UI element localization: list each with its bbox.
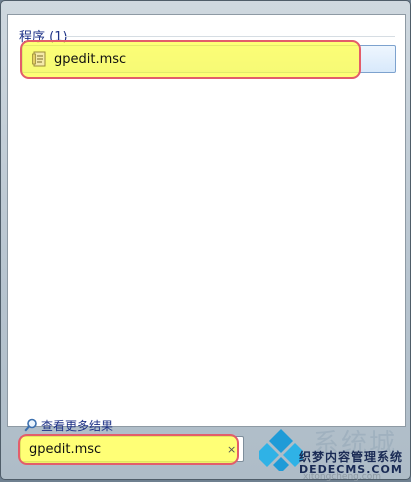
search-results-panel: 程序 (1) gpedit.msc 查看更多结果: [7, 14, 406, 433]
watermark: 系统城 织梦内容管理系统 DEDECMS.COM xitongcheng.com: [253, 423, 411, 482]
search-input-value: gpedit.msc: [29, 442, 102, 457]
section-divider: [65, 36, 395, 37]
watermark-small-text: xitongcheng.com: [303, 472, 381, 482]
windows-logo-icon: [259, 429, 303, 471]
see-more-label: 查看更多结果: [41, 418, 114, 433]
start-menu-window: 程序 (1) gpedit.msc 查看更多结果 gpedit.msc × 系统…: [0, 0, 411, 482]
see-more-results-link[interactable]: 查看更多结果: [24, 417, 113, 433]
result-label: gpedit.msc: [54, 52, 127, 67]
clear-search-icon[interactable]: ×: [227, 443, 236, 456]
policy-document-icon: [32, 51, 46, 67]
magnifier-icon: [24, 418, 37, 432]
